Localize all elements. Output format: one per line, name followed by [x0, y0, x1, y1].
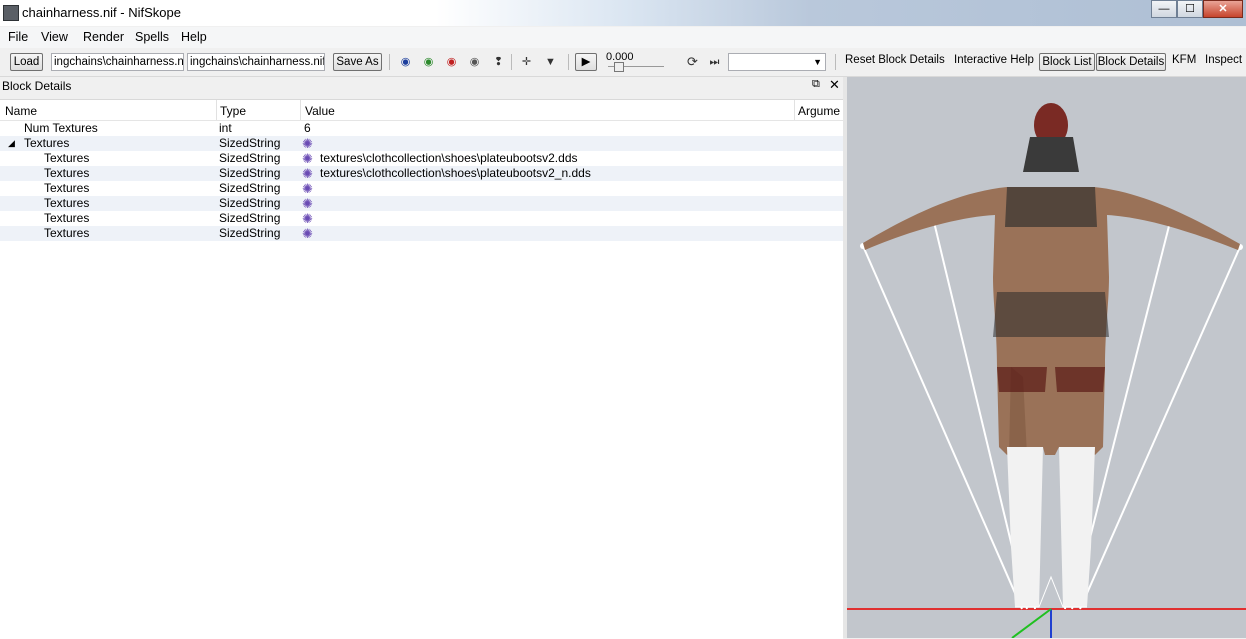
string-icon: ✺: [302, 196, 313, 211]
row-value[interactable]: textures\clothcollection\shoes\plateuboo…: [320, 166, 591, 181]
thigh-band-right: [1055, 367, 1105, 392]
table-row[interactable]: Num Textures int 6: [0, 121, 843, 136]
row-type: SizedString: [219, 181, 281, 195]
footprints-icon[interactable]: ❢: [491, 56, 506, 68]
toolbar-separator: [389, 54, 390, 70]
toolbar-separator: [511, 54, 512, 70]
chevron-down-icon: ▼: [813, 57, 822, 67]
menu-render[interactable]: Render: [83, 30, 124, 44]
switch-icon[interactable]: ⏭: [707, 56, 722, 68]
load-path-field[interactable]: ingchains\chainharness.nif: [51, 53, 184, 71]
title-bar: chainharness.nif - NifSkope — ☐ ✕: [0, 0, 1246, 26]
table-row[interactable]: Textures SizedString ✺: [0, 181, 843, 196]
3d-viewport[interactable]: [847, 77, 1246, 638]
string-icon: ✺: [302, 211, 313, 226]
toolbar: Load ingchains\chainharness.nif ingchain…: [0, 48, 1246, 77]
table-row[interactable]: Textures SizedString ✺: [0, 211, 843, 226]
minimize-button[interactable]: —: [1151, 0, 1177, 18]
string-icon: ✺: [302, 136, 313, 151]
tree-header: Name Type Value Argume: [0, 100, 843, 121]
column-argument[interactable]: Argume: [798, 104, 840, 118]
toolbar-separator: [568, 54, 569, 70]
string-icon: ✺: [302, 226, 313, 241]
column-type[interactable]: Type: [220, 104, 246, 118]
boot-right: [1059, 447, 1095, 607]
row-name: Textures: [44, 181, 90, 195]
row-type: SizedString: [219, 151, 281, 165]
interactive-help-button[interactable]: Interactive Help: [954, 54, 1034, 66]
play-button[interactable]: ▶: [575, 53, 597, 71]
load-button[interactable]: Load: [10, 53, 43, 71]
menu-help[interactable]: Help: [181, 30, 207, 44]
eye-red-icon[interactable]: ◉: [444, 56, 459, 68]
block-details-tree[interactable]: Name Type Value Argume Num Textures int 6 ◢…: [0, 99, 843, 639]
row-name: Textures: [44, 166, 90, 180]
boot-left: [1007, 447, 1043, 607]
play-icon: ▶: [581, 56, 591, 68]
toolbar-separator: [835, 54, 836, 70]
row-type: SizedString: [219, 196, 281, 210]
thigh-band-left: [997, 367, 1047, 392]
collar-shape: [1023, 137, 1079, 172]
row-name: Textures: [24, 136, 70, 150]
block-details-toggle[interactable]: Block Details: [1096, 53, 1166, 71]
table-row[interactable]: ◢ Textures SizedString ✺: [0, 136, 843, 151]
row-type: SizedString: [219, 136, 281, 150]
kfm-button[interactable]: KFM: [1172, 54, 1196, 66]
column-name[interactable]: Name: [5, 104, 37, 118]
string-icon: ✺: [302, 166, 313, 181]
block-details-header: Block Details ⧉ ✕: [0, 77, 844, 95]
save-as-button[interactable]: Save As: [333, 53, 382, 71]
expand-arrow-icon[interactable]: ◢: [8, 136, 15, 151]
table-row[interactable]: Textures SizedString ✺ textures\clothcollec…: [0, 166, 843, 181]
row-type: SizedString: [219, 166, 281, 180]
harness-belt: [993, 292, 1109, 337]
menu-spells[interactable]: Spells: [135, 30, 169, 44]
row-type: SizedString: [219, 226, 281, 240]
menu-view[interactable]: View: [41, 30, 68, 44]
row-name: Textures: [44, 226, 90, 240]
close-button[interactable]: ✕: [1203, 0, 1243, 18]
time-slider-handle[interactable]: [614, 62, 624, 72]
maximize-button[interactable]: ☐: [1177, 0, 1203, 18]
table-row[interactable]: Textures SizedString ✺: [0, 226, 843, 241]
harness-top: [1005, 187, 1097, 227]
save-path-field[interactable]: ingchains\chainharness.nif: [187, 53, 325, 71]
string-icon: ✺: [302, 181, 313, 196]
column-divider[interactable]: [216, 100, 217, 120]
row-name: Textures: [44, 211, 90, 225]
column-divider[interactable]: [794, 100, 795, 120]
row-value[interactable]: 6: [304, 121, 311, 136]
reset-block-details-button[interactable]: Reset Block Details: [845, 54, 945, 66]
window-title: chainharness.nif - NifSkope: [22, 5, 181, 20]
menu-file[interactable]: File: [8, 30, 28, 44]
row-name: Textures: [44, 151, 90, 165]
block-list-toggle[interactable]: Block List: [1039, 53, 1095, 71]
chevron-down-icon[interactable]: ▼: [543, 56, 558, 68]
row-type: SizedString: [219, 211, 281, 225]
table-row[interactable]: Textures SizedString ✺: [0, 196, 843, 211]
eye-blue-icon[interactable]: ◉: [398, 56, 413, 68]
animation-select[interactable]: ▼: [728, 53, 826, 71]
row-value[interactable]: textures\clothcollection\shoes\plateuboo…: [320, 151, 578, 166]
column-divider[interactable]: [300, 100, 301, 120]
close-panel-icon[interactable]: ✕: [829, 77, 840, 93]
row-name: Num Textures: [24, 121, 98, 135]
model-render: [847, 103, 1246, 638]
row-name: Textures: [44, 196, 90, 210]
panel-title: Block Details: [2, 79, 72, 93]
menu-bar: File View Render Spells Help: [0, 27, 1246, 48]
app-icon: [3, 5, 19, 21]
y-axis-line: [1011, 608, 1052, 638]
loop-icon[interactable]: ⟳: [685, 55, 700, 68]
column-value[interactable]: Value: [305, 104, 335, 118]
axes-icon[interactable]: ✛: [519, 56, 534, 68]
float-panel-icon[interactable]: ⧉: [812, 78, 820, 91]
eye-green-icon[interactable]: ◉: [421, 56, 436, 68]
table-row[interactable]: Textures SizedString ✺ textures\clothcollec…: [0, 151, 843, 166]
row-type: int: [219, 121, 232, 135]
inspect-button[interactable]: Inspect: [1205, 54, 1242, 66]
eye-gray-icon[interactable]: ◉: [467, 56, 482, 68]
string-icon: ✺: [302, 151, 313, 166]
